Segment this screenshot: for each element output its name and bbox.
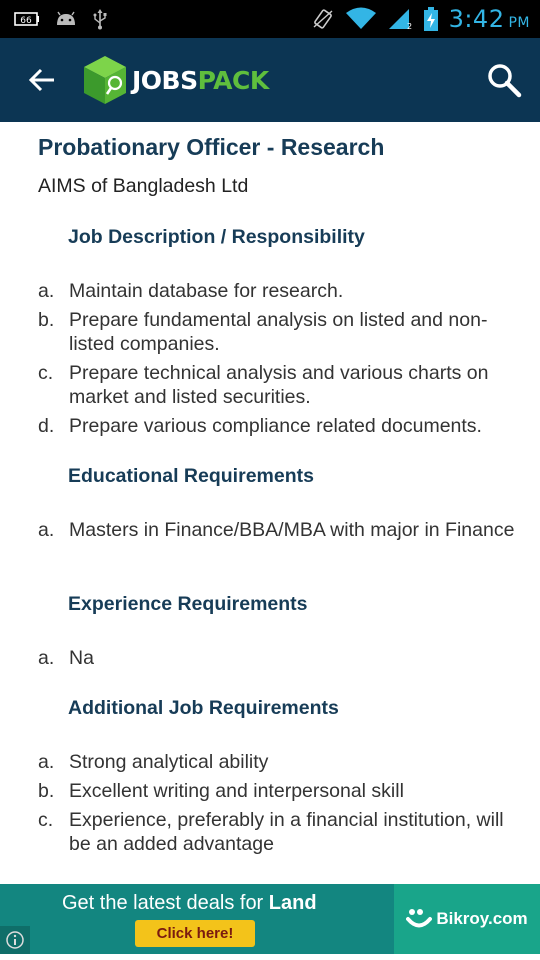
search-button[interactable]	[482, 60, 526, 100]
battery-charging-icon	[423, 6, 439, 32]
list-item: c. Experience, preferably in a financial …	[38, 809, 504, 855]
ad-headline: Get the latest deals for Land	[62, 892, 317, 914]
cellular-signal-icon: 2	[387, 7, 413, 31]
smile-icon	[406, 909, 433, 928]
arrow-left-icon	[28, 68, 54, 92]
svg-text:66: 66	[20, 16, 32, 26]
ad-info-button[interactable]	[0, 926, 30, 954]
section-heading-experience: Experience Requirements	[68, 593, 308, 615]
vibrate-icon	[311, 7, 335, 31]
clock: 3:42 PM	[448, 5, 530, 33]
usb-icon	[92, 8, 108, 30]
cube-logo-icon	[84, 56, 126, 104]
app-bar: JOBSPACK	[0, 38, 540, 122]
section-heading-additional: Additional Job Requirements	[68, 697, 339, 719]
battery-saver-icon: 66	[14, 11, 40, 27]
section-heading-education: Educational Requirements	[68, 465, 314, 487]
search-icon	[488, 64, 522, 98]
list-item: d. Prepare various compliance related doc…	[38, 415, 482, 437]
job-detail-content[interactable]: Probationary Officer - Research AIMS of …	[0, 122, 540, 884]
list-item: c. Prepare technical analysis and various…	[38, 362, 489, 408]
list-item: a. Maintain database for research.	[38, 280, 344, 302]
job-title: Probationary Officer - Research	[38, 134, 385, 160]
list-item: b. Excellent writing and interpersonal sk…	[38, 780, 404, 802]
job-description-list: a. Maintain database for research. b. Prep…	[38, 279, 528, 443]
bottom-edge	[0, 954, 540, 960]
jobspack-logo: JOBSPACK	[82, 54, 269, 106]
company-name: AIMS of Bangladesh Ltd	[38, 175, 249, 197]
ad-brand: Bikroy.com	[394, 884, 540, 954]
logo-text-jobs: JOBS	[132, 65, 198, 95]
section-heading-job-description: Job Description / Responsibility	[68, 226, 365, 248]
back-button[interactable]	[22, 62, 62, 98]
education-list: a. Masters in Finance/BBA/MBA with major …	[38, 518, 528, 547]
svg-text:2: 2	[407, 22, 412, 31]
info-icon	[6, 931, 24, 949]
list-item: a. Strong analytical ability	[38, 751, 269, 773]
list-item: b. Prepare fundamental analysis on listed…	[38, 309, 488, 355]
list-item: a. Masters in Finance/BBA/MBA with major …	[38, 519, 515, 541]
experience-list: a. Na	[38, 646, 528, 675]
ad-click-here-button[interactable]: Click here!	[135, 920, 255, 947]
additional-requirements-list: a. Strong analytical ability b. Excellent …	[38, 750, 528, 861]
ad-brand-name: Bikroy.com	[436, 909, 528, 928]
ad-banner[interactable]: Get the latest deals for Land Click here…	[0, 884, 540, 954]
logo-text-pack: PACK	[197, 65, 270, 95]
android-debug-icon	[54, 11, 78, 27]
status-bar: 66 2 3:42 PM	[0, 0, 540, 38]
wifi-icon	[345, 7, 377, 31]
list-item: a. Na	[38, 647, 94, 669]
